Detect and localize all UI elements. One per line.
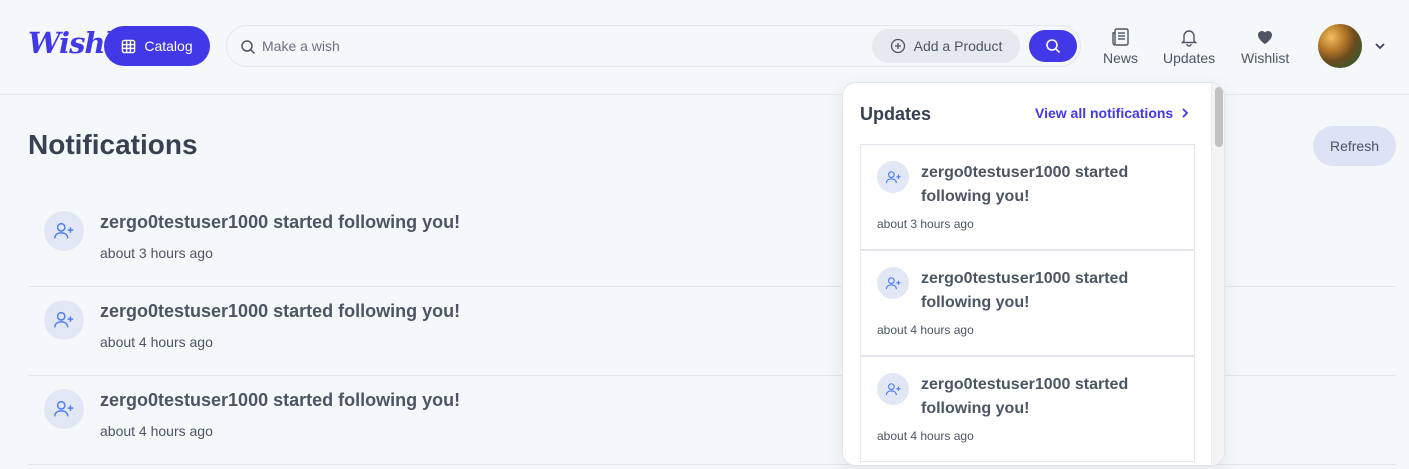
nav-news-label: News xyxy=(1103,50,1139,66)
user-plus-icon xyxy=(877,267,909,299)
view-all-notifications-link[interactable]: View all notifications xyxy=(1035,105,1191,121)
user-plus-icon xyxy=(877,161,909,193)
nav-updates-label: Updates xyxy=(1163,50,1216,66)
notification-text: zergo0testuser1000 started following you… xyxy=(100,301,461,321)
notification-time: about 3 hours ago xyxy=(100,245,213,261)
notification-text: zergo0testuser1000 started following you… xyxy=(100,212,461,232)
chevron-right-icon xyxy=(1182,108,1189,118)
notification-text: zergo0testuser1000 started following you… xyxy=(100,390,461,410)
user-plus-icon xyxy=(44,389,84,429)
dropdown-notification-text: zergo0testuser1000 started following you… xyxy=(921,376,1129,417)
add-product-button[interactable]: Add a Product xyxy=(872,29,1020,63)
dropdown-notification-text: zergo0testuser1000 started following you… xyxy=(921,164,1129,205)
top-header: Wishly Catalog Add a Product xyxy=(0,0,1409,95)
nav-news[interactable]: News xyxy=(1103,27,1138,66)
view-all-label: View all notifications xyxy=(1035,105,1174,121)
user-plus-icon xyxy=(44,211,84,251)
dropdown-notification-card[interactable]: zergo0testuser1000 started following you… xyxy=(860,144,1195,250)
updates-dropdown: Updates View all notifications zergo0tes… xyxy=(842,82,1225,466)
catalog-button[interactable]: Catalog xyxy=(104,26,210,66)
dropdown-scrollbar[interactable] xyxy=(1211,83,1224,465)
search-icon xyxy=(241,40,256,55)
avatar[interactable] xyxy=(1318,24,1362,68)
search-submit-button[interactable] xyxy=(1029,30,1077,62)
dropdown-notification-time: about 4 hours ago xyxy=(877,323,974,337)
scrollbar-thumb[interactable] xyxy=(1215,87,1223,147)
notification-time: about 4 hours ago xyxy=(100,423,213,439)
newspaper-icon xyxy=(1111,28,1129,46)
dropdown-notification-text: zergo0testuser1000 started following you… xyxy=(921,270,1129,311)
dropdown-notification-time: about 4 hours ago xyxy=(877,429,974,443)
search-icon xyxy=(1046,39,1061,54)
heart-icon xyxy=(1258,31,1273,44)
nav-wishlist[interactable]: Wishlist xyxy=(1241,27,1289,66)
grid-icon xyxy=(122,39,136,53)
plus-circle-icon xyxy=(890,38,905,54)
chevron-down-icon[interactable] xyxy=(1373,39,1387,53)
nav-wishlist-label: Wishlist xyxy=(1241,50,1290,66)
user-plus-icon xyxy=(877,373,909,405)
refresh-button[interactable]: Refresh xyxy=(1313,126,1396,166)
user-plus-icon xyxy=(44,300,84,340)
page-title: Notifications xyxy=(28,129,198,160)
dropdown-title: Updates xyxy=(860,104,932,124)
dropdown-notification-card[interactable]: zergo0testuser1000 started following you… xyxy=(860,250,1195,356)
notification-time: about 4 hours ago xyxy=(100,334,213,350)
dropdown-notification-card[interactable]: zergo0testuser1000 started following you… xyxy=(860,356,1195,462)
search-bar: Add a Product xyxy=(226,25,1081,67)
catalog-label: Catalog xyxy=(144,38,193,54)
search-input[interactable] xyxy=(262,35,862,57)
add-product-label: Add a Product xyxy=(913,38,1003,54)
nav-updates[interactable]: Updates xyxy=(1163,27,1215,66)
bell-icon xyxy=(1180,30,1198,47)
dropdown-notification-time: about 3 hours ago xyxy=(877,217,974,231)
